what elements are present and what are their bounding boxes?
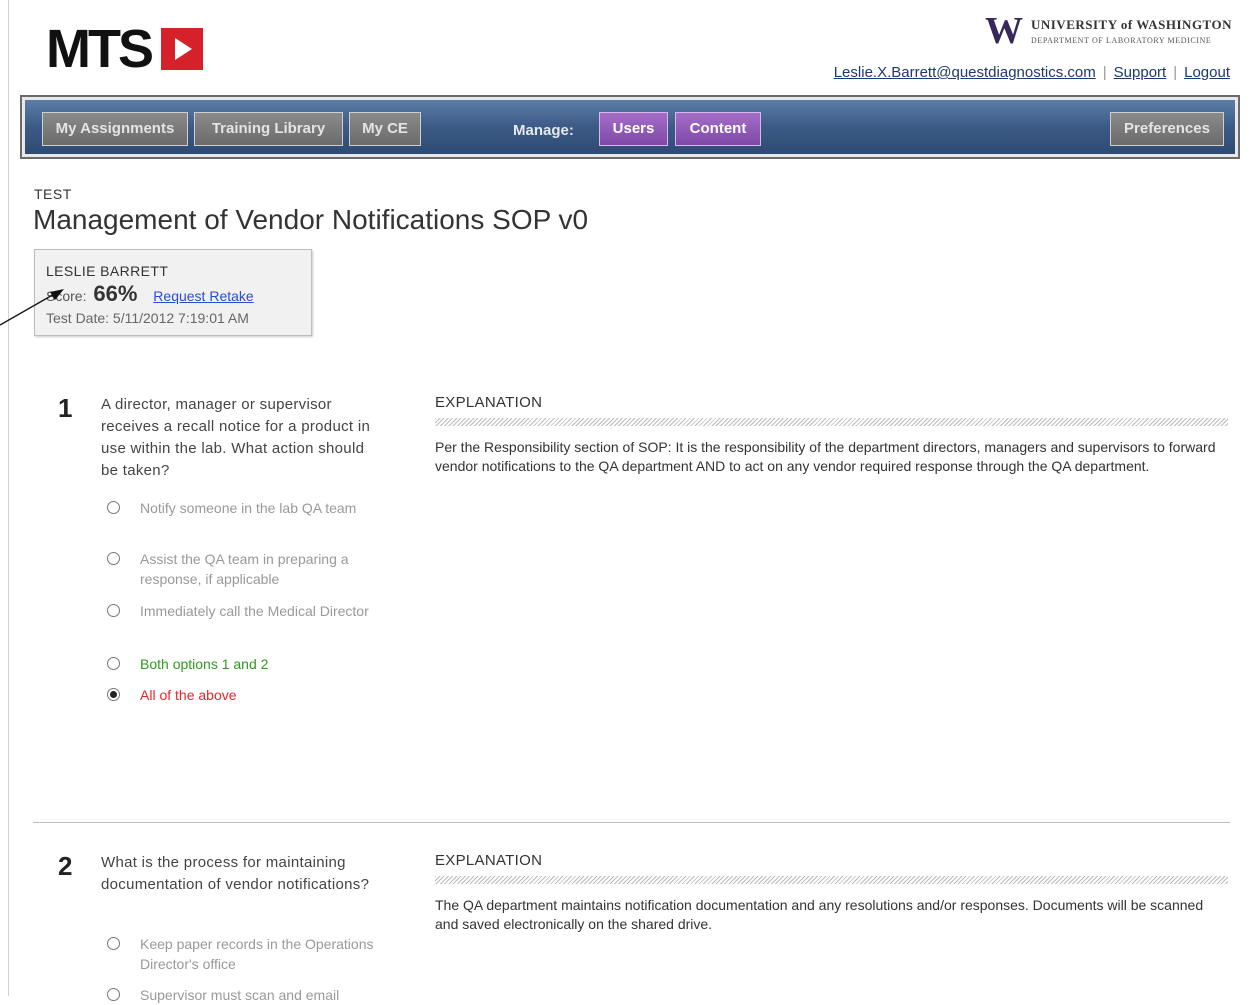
nav-my-ce-button[interactable]: My CE (349, 112, 421, 146)
explanation-heading: EXPLANATION (435, 394, 543, 411)
answer-option-label: All of the above (140, 687, 237, 703)
preferences-button[interactable]: Preferences (1110, 112, 1224, 146)
play-triangle-icon (161, 28, 203, 70)
question-divider (33, 822, 1230, 823)
link-separator: | (1102, 64, 1107, 81)
manage-content-button[interactable]: Content (675, 112, 761, 146)
explanation-text: The QA department maintains notification… (435, 897, 1204, 932)
answer-option-label: Assist the QA team in preparing a respon… (140, 551, 349, 587)
score-value: 66% (93, 281, 138, 306)
answer-option-label: Both options 1 and 2 (140, 656, 269, 672)
answer-option-label: Supervisor must scan and email (140, 987, 340, 1003)
link-separator: | (1173, 64, 1178, 81)
answer-option[interactable]: Keep paper records in the Operations Dir… (107, 934, 377, 974)
logout-link[interactable]: Logout (1184, 64, 1230, 81)
university-logo: W UNIVERSITY of WASHINGTON DEPARTMENT OF… (985, 12, 1232, 50)
explanation-divider (435, 418, 1228, 426)
radio-button[interactable] (107, 552, 120, 565)
radio-button[interactable] (107, 604, 120, 617)
test-date: Test Date: 5/11/2012 7:19:01 AM (46, 310, 249, 326)
test-date-value: 5/11/2012 7:19:01 AM (112, 310, 249, 326)
support-link[interactable]: Support (1114, 64, 1167, 81)
request-retake-link[interactable]: Request Retake (153, 288, 253, 304)
question-text: What is the process for maintaining docu… (101, 854, 370, 893)
account-links: Leslie.X.Barrett@questdiagnostics.com | Su… (834, 64, 1230, 81)
uw-name: UNIVERSITY of WASHINGTON (1030, 17, 1232, 32)
score-summary-box: LESLIE BARRETT Score: 66% Request Retake… (34, 249, 312, 336)
arrow-annotation-icon (0, 289, 64, 326)
question-text: A director, manager or supervisor receiv… (101, 396, 371, 479)
answer-option-label: Keep paper records in the Operations Dir… (140, 936, 374, 972)
page-title: Management of Vendor Notifications SOP v… (33, 204, 589, 235)
answer-option[interactable]: Immediately call the Medical Director (107, 601, 377, 621)
answer-option-selected[interactable]: All of the above (107, 685, 377, 705)
page-kicker: TEST (34, 186, 72, 202)
radio-button[interactable] (107, 657, 120, 670)
nav-my-assignments-button[interactable]: My Assignments (42, 112, 188, 146)
radio-button[interactable] (107, 988, 120, 1001)
logo-text: MTS (46, 19, 154, 79)
radio-button[interactable] (107, 501, 120, 514)
mts-logo[interactable]: MTS (46, 22, 203, 76)
explanation-heading: EXPLANATION (435, 852, 543, 869)
uw-department: DEPARTMENT OF LABORATORY MEDICINE (1030, 36, 1212, 45)
score-line: Score: 66% Request Retake (46, 281, 254, 307)
uw-w-mark: W (984, 10, 1023, 52)
answer-option[interactable]: Supervisor must scan and email (107, 985, 377, 1005)
explanation-text: Per the Responsibility section of SOP: I… (435, 439, 1216, 474)
question-number: 2 (58, 851, 73, 881)
explanation-divider (435, 876, 1228, 884)
manage-label: Manage: (513, 122, 574, 139)
user-email-link[interactable]: Leslie.X.Barrett@questdiagnostics.com (834, 64, 1096, 81)
answer-option[interactable]: Notify someone in the lab QA team (107, 498, 377, 518)
answer-option[interactable]: Assist the QA team in preparing a respon… (107, 549, 377, 589)
page-left-rule (8, 0, 9, 996)
manage-users-button[interactable]: Users (599, 112, 668, 146)
student-name: LESLIE BARRETT (46, 263, 169, 279)
radio-button-selected[interactable] (107, 688, 120, 701)
radio-button[interactable] (107, 937, 120, 950)
question-number: 1 (58, 393, 73, 423)
answer-option-correct[interactable]: Both options 1 and 2 (107, 654, 377, 674)
main-nav-bar: My Assignments Training Library My CE Ma… (20, 95, 1240, 159)
nav-training-library-button[interactable]: Training Library (194, 112, 343, 146)
answer-option-label: Immediately call the Medical Director (140, 603, 369, 619)
answer-option-label: Notify someone in the lab QA team (140, 500, 357, 516)
